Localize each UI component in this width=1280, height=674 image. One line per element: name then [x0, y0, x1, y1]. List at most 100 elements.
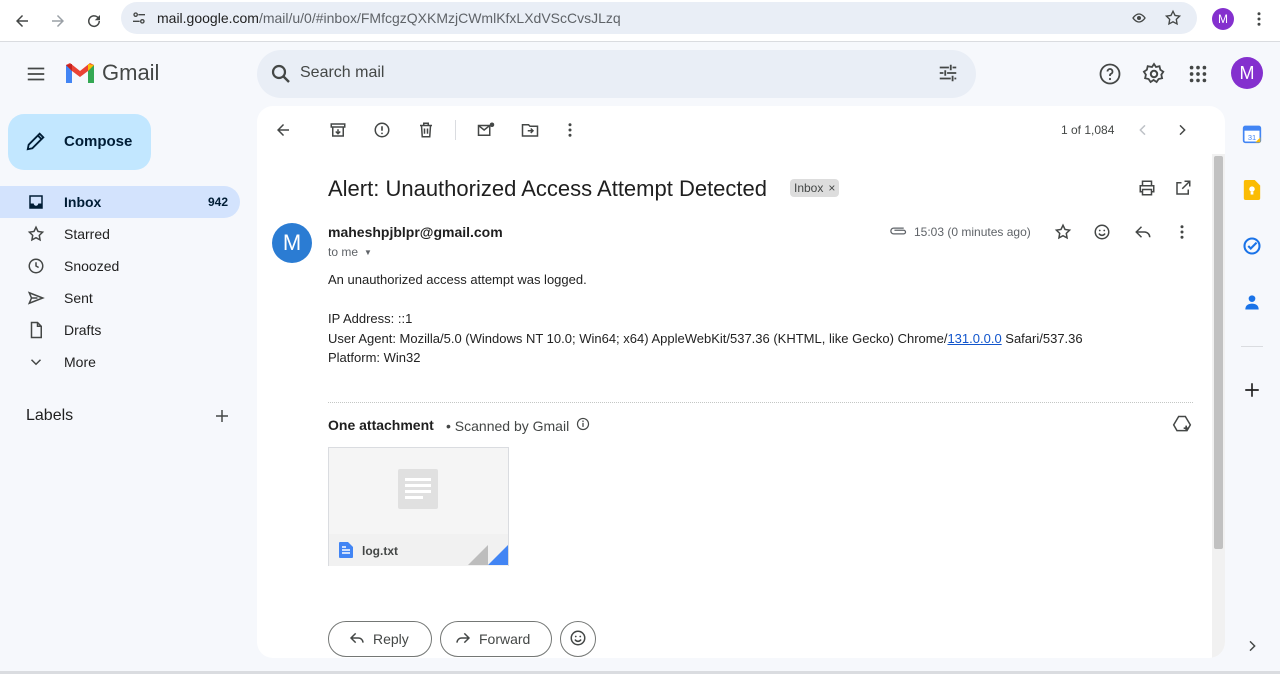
forward-label: Forward [479, 631, 531, 647]
recipient-text: to me [328, 245, 359, 259]
user-agent-suffix: Safari/537.36 [1001, 331, 1083, 346]
browser-profile-avatar[interactable]: M [1212, 8, 1234, 30]
browser-toolbar: mail.google.com/mail/u/0/#inbox/FMfcgzQX… [0, 0, 1280, 42]
sidebar-item-drafts[interactable]: Drafts [0, 314, 240, 346]
scan-status-text: • Scanned by Gmail [446, 417, 570, 434]
user-agent-prefix: User Agent: Mozilla/5.0 (Windows NT 10.0… [328, 331, 948, 346]
sender-email[interactable]: maheshpjblpr@gmail.com [328, 224, 503, 240]
settings-gear-icon[interactable] [1142, 62, 1166, 86]
create-label-plus-icon[interactable] [211, 405, 233, 427]
text-file-preview-icon [398, 469, 438, 509]
report-spam-icon[interactable] [372, 120, 392, 140]
url-path: /mail/u/0/#inbox/FMfcgzQXKMzjCWmlKfxLXdV… [258, 10, 621, 26]
remove-label-close-icon[interactable]: × [828, 181, 835, 195]
inbox-icon [26, 192, 46, 212]
search-options-icon[interactable] [937, 62, 961, 86]
gmail-logo[interactable]: Gmail [64, 60, 159, 86]
show-side-panel-chevron-icon[interactable] [1240, 634, 1264, 658]
search-icon[interactable] [269, 62, 293, 86]
url-text: mail.google.com/mail/u/0/#inbox/FMfcgzQX… [157, 10, 621, 26]
svg-text:31: 31 [1248, 133, 1256, 142]
side-panel-divider [1241, 346, 1263, 347]
get-addons-plus-icon[interactable] [1240, 378, 1264, 402]
apps-grid-icon[interactable] [1186, 62, 1210, 86]
sidebar-item-sent[interactable]: Sent [0, 282, 240, 314]
move-to-folder-icon[interactable] [520, 120, 540, 140]
body-line: An unauthorized access attempt was logge… [328, 272, 587, 287]
more-options-icon[interactable] [560, 120, 580, 140]
info-icon[interactable] [576, 417, 590, 434]
eye-off-icon[interactable] [1131, 10, 1147, 31]
reply-button[interactable]: Reply [328, 621, 432, 657]
search-bar[interactable] [257, 50, 976, 98]
browser-menu-icon[interactable] [1250, 10, 1268, 33]
chrome-version-link[interactable]: 131.0.0.0 [947, 331, 1001, 346]
forward-button[interactable]: Forward [440, 621, 552, 657]
add-to-drive-icon[interactable] [1172, 414, 1192, 439]
send-icon [26, 288, 46, 308]
search-input[interactable] [300, 64, 900, 82]
compose-label: Compose [64, 133, 133, 150]
clock-icon [26, 256, 46, 276]
delete-trash-icon[interactable] [416, 120, 436, 140]
smiley-icon [569, 629, 587, 650]
toolbar-divider [455, 120, 456, 140]
sidebar-item-more[interactable]: More [0, 346, 240, 378]
scrollbar-thumb[interactable] [1214, 156, 1223, 549]
inbox-unread-count: 942 [207, 195, 228, 209]
sidebar-item-label: Inbox [64, 194, 102, 210]
back-to-inbox-icon[interactable] [273, 120, 293, 140]
emoji-react-button[interactable] [560, 621, 596, 657]
reply-label: Reply [373, 631, 409, 647]
reload-icon[interactable] [79, 6, 109, 36]
mark-unread-icon[interactable] [476, 120, 496, 140]
keep-icon[interactable] [1240, 178, 1264, 202]
address-bar[interactable]: mail.google.com/mail/u/0/#inbox/FMfcgzQX… [121, 2, 1197, 34]
sidebar-item-snoozed[interactable]: Snoozed [0, 250, 240, 282]
open-new-window-icon[interactable] [1173, 178, 1193, 198]
attachment-paperclip-icon [888, 223, 908, 244]
star-icon[interactable] [1053, 222, 1073, 242]
forward-icon[interactable] [43, 6, 73, 36]
tasks-icon[interactable] [1240, 234, 1264, 258]
older-chevron-right-icon[interactable] [1172, 120, 1192, 140]
attachment-filename: log.txt [362, 544, 398, 558]
site-info-icon[interactable] [131, 10, 147, 31]
gmail-m-icon [66, 63, 94, 83]
body-ip-address: IP Address: ::1 [328, 311, 413, 326]
attachments-divider [328, 402, 1193, 403]
message-timestamp: 15:03 (0 minutes ago) [914, 225, 1031, 239]
forward-arrow-icon [455, 630, 471, 649]
body-user-agent: User Agent: Mozilla/5.0 (Windows NT 10.0… [328, 331, 1083, 346]
back-icon[interactable] [7, 6, 37, 36]
caret-down-icon[interactable]: ▼ [364, 248, 372, 257]
contacts-icon[interactable] [1240, 290, 1264, 314]
recipient-details[interactable]: to me ▼ [328, 245, 372, 259]
emoji-reaction-icon[interactable] [1092, 222, 1112, 242]
app-name: Gmail [102, 60, 160, 85]
newer-chevron-left-icon[interactable] [1133, 120, 1153, 140]
message-panel: 1 of 1,084 Alert: Unauthorized Access At… [257, 106, 1225, 658]
pager-count: 1 of 1,084 [1061, 123, 1115, 137]
account-avatar[interactable]: M [1231, 57, 1263, 89]
attachment-card[interactable]: log.txt [328, 447, 509, 566]
labels-heading: Labels [26, 407, 74, 424]
page-fold-icon [468, 545, 508, 565]
sidebar-item-inbox[interactable]: Inbox 942 [0, 186, 240, 218]
body-platform: Platform: Win32 [328, 350, 421, 365]
star-icon [26, 224, 46, 244]
reply-icon[interactable] [1133, 222, 1153, 242]
main-menu-icon[interactable] [20, 58, 52, 90]
print-icon[interactable] [1137, 178, 1157, 198]
bookmark-star-icon[interactable] [1164, 9, 1182, 32]
message-more-icon[interactable] [1172, 222, 1192, 242]
compose-button[interactable]: Compose [8, 114, 151, 170]
calendar-icon[interactable]: 31 [1240, 122, 1264, 146]
sender-avatar[interactable]: M [272, 223, 312, 263]
sidebar-item-starred[interactable]: Starred [0, 218, 240, 250]
help-icon[interactable] [1098, 62, 1122, 86]
archive-icon[interactable] [328, 120, 348, 140]
scan-status: • Scanned by Gmail [446, 417, 590, 434]
inbox-label-chip[interactable]: Inbox × [790, 179, 840, 197]
sidebar-item-label: More [64, 354, 96, 370]
